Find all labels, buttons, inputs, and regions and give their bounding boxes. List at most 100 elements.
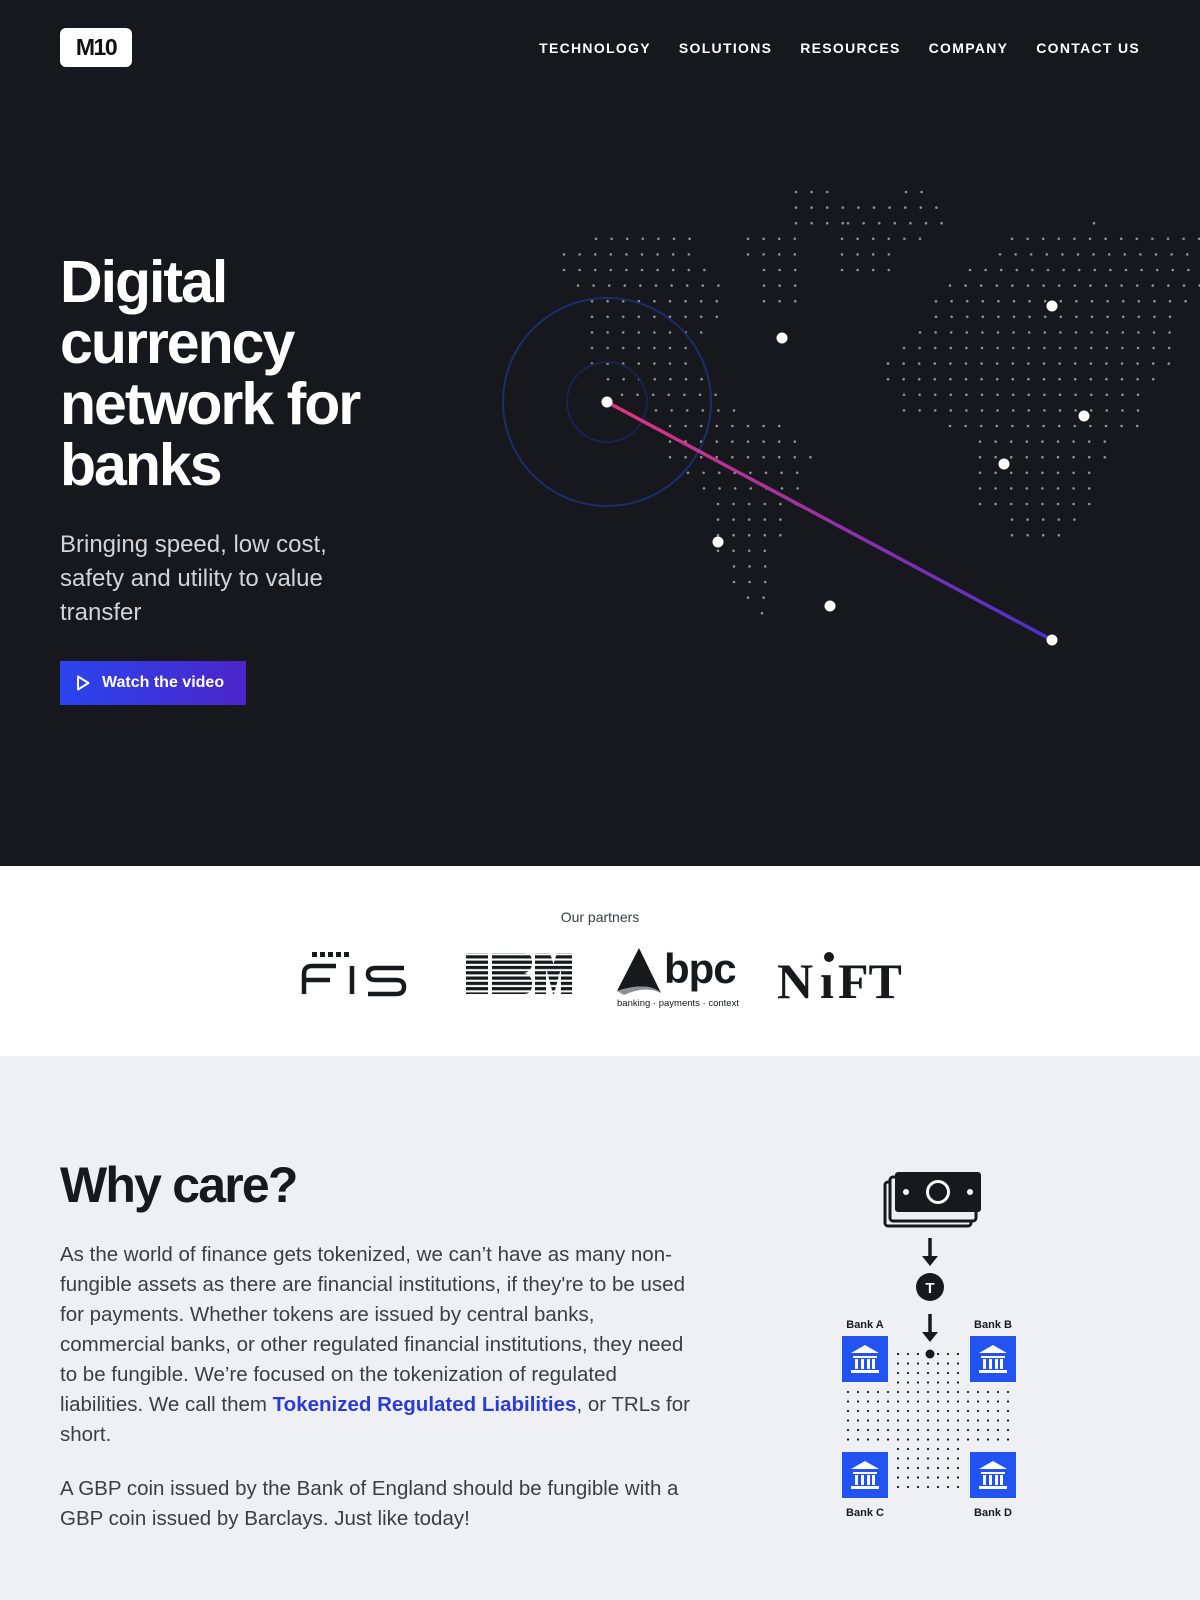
bank-label: Bank D [974,1507,1012,1519]
network-dot [896,1438,900,1441]
map-dot [718,487,721,490]
map-dot [1011,424,1014,428]
network-dot [896,1362,900,1365]
map-dot [1073,362,1077,365]
map-node [1046,300,1058,312]
map-dot [732,580,736,584]
bpc-logo: bpc banking · payments · context [617,945,739,1009]
map-dot [606,315,609,319]
map-dot [1010,533,1014,537]
map-dot [810,206,813,209]
network-dot [856,1409,860,1413]
nav-company[interactable]: COMPANY [929,40,1009,56]
map-dot [576,284,580,287]
watch-video-label: Watch the video [102,674,225,691]
map-dot [637,346,641,350]
cash-icon [883,1172,981,1228]
map-dot [1059,331,1062,334]
network-dot [896,1371,900,1375]
map-dot [668,362,672,365]
map-dot [995,362,999,365]
map-dot [1089,346,1093,350]
why-care-body: As the world of finance gets tokenized, … [60,1240,690,1534]
map-dot [1027,409,1031,412]
map-dot [1026,533,1029,537]
map-dot [732,549,735,553]
map-dot [684,424,687,428]
map-dot [793,299,797,303]
nav-resources[interactable]: RESOURCES [800,40,900,56]
network-dot [966,1390,970,1394]
map-dot [997,299,1000,303]
map-dot [671,253,675,256]
map-dot [1167,284,1170,287]
map-dot [949,409,953,412]
map-dot [778,299,781,303]
network-dot [956,1485,960,1489]
map-dot [1152,331,1156,334]
network-dot [966,1428,970,1432]
map-dot [762,237,765,241]
map-dot [995,377,999,381]
map-dot [763,580,767,584]
map-dot [1043,346,1046,350]
network-dot [936,1457,940,1460]
network-dot [1006,1390,1010,1394]
nav-technology[interactable]: TECHNOLOGY [539,40,651,56]
map-dot [886,377,890,381]
map-dot [1074,346,1077,350]
network-dot [856,1400,860,1403]
map-dot [670,284,673,287]
map-dot [997,315,1000,319]
map-dot [762,596,765,599]
network-dot [936,1390,940,1394]
network-dot [846,1428,850,1432]
fis-logo [301,952,407,997]
map-dot [593,253,597,256]
map-dot [1121,331,1125,334]
network-dot [946,1466,950,1470]
network-dot [916,1390,920,1394]
map-dot [746,440,750,443]
network-dot [846,1419,850,1422]
nav-contact-us[interactable]: CONTACT US [1036,40,1140,56]
map-dot [809,455,812,459]
map-dot [980,346,984,350]
map-dot [1092,221,1096,225]
map-dot [902,377,905,381]
map-dot [668,440,672,443]
map-dot [703,268,706,272]
map-dot [731,424,734,428]
network-dot [916,1362,920,1365]
watch-video-button[interactable]: Watch the video [60,661,246,705]
map-dot [777,455,781,459]
map-dot [949,331,953,334]
map-dot [1139,253,1142,256]
map-dot [748,580,751,584]
nav-solutions[interactable]: SOLUTIONS [679,40,772,56]
map-dot [994,471,997,475]
map-dot [841,221,845,225]
network-dot [966,1409,970,1413]
map-dot [670,409,673,412]
trl-link[interactable]: Tokenized Regulated Liabilities [273,1393,577,1416]
map-dot [887,237,891,241]
network-dot [916,1428,920,1432]
map-dot [980,377,983,381]
map-dot [594,237,598,241]
map-dot [887,253,891,256]
network-dot [896,1447,900,1451]
map-dot [590,299,594,303]
network-dot [906,1466,910,1470]
map-dot [949,362,952,365]
map-dot [763,533,767,537]
map-dot [948,284,952,287]
map-dot [917,377,921,381]
network-dot [946,1428,950,1432]
m10-logo[interactable]: M10 [60,28,132,67]
map-dot [1057,518,1061,521]
map-dot [667,393,671,397]
map-dot [762,284,766,287]
map-dot [1042,377,1046,381]
map-dot [1058,362,1061,365]
